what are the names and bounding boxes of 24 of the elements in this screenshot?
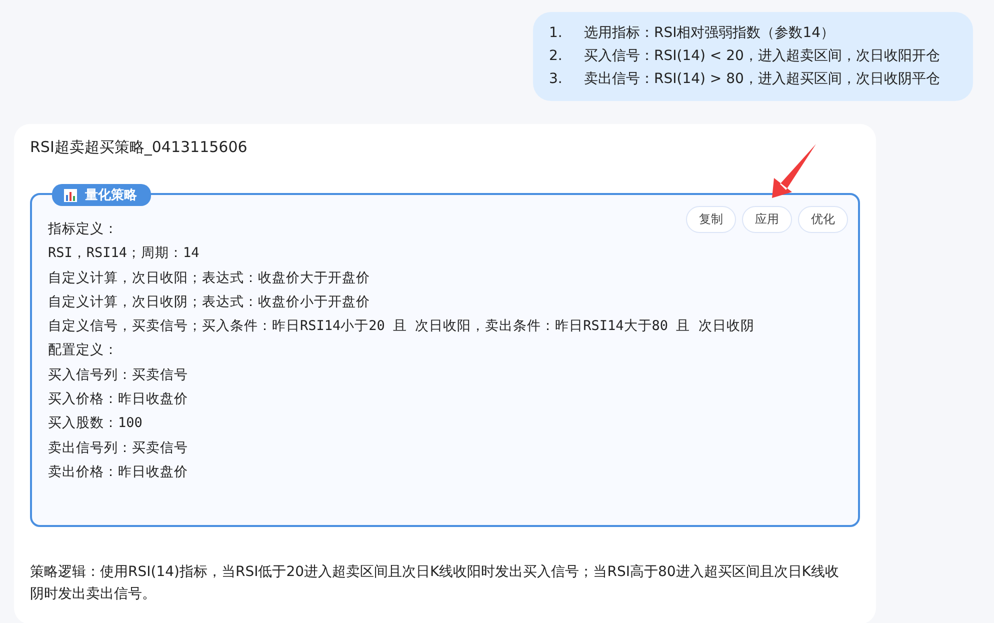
strategy-line: 卖出信号列：买卖信号 (48, 438, 188, 458)
action-button[interactable]: 应用 (742, 206, 792, 233)
strategy-line: 自定义计算，次日收阳；表达式：收盘价大于开盘价 (48, 268, 370, 288)
action-button[interactable]: 优化 (798, 206, 848, 233)
strategy-line: 买入股数：100 (48, 414, 142, 434)
strategy-line: 自定义计算，次日收阴；表达式：收盘价小于开盘价 (48, 292, 370, 312)
list-number: 3. (549, 70, 564, 89)
strategy-logic-text: 策略逻辑：使用RSI(14)指标，当RSI低于20进入超卖区间且次日K线收阳时发出买入信号；当RSI高于80进入超买区间且次日K线收阴时发出卖出信号。 (30, 563, 840, 604)
list-number: 1. (549, 24, 564, 43)
bar-chart-icon (64, 188, 77, 202)
strategy-title: RSI超卖超买策略_0413115606 (30, 138, 248, 158)
list-item-text: 选用指标：RSI相对强弱指数（参数14） (584, 24, 835, 43)
strategy-line: 买入信号列：买卖信号 (48, 366, 188, 385)
strategy-line: 自定义信号，买卖信号；买入条件：昨日RSI14小于20 且 次日收阳，卖出条件：昨日RSI14大于80 且 次日收阴 (48, 317, 754, 336)
list-item-text: 买入信号：RSI(14) < 20，进入超卖区间，次日收阳开仓 (584, 47, 940, 66)
strategy-line: 买入价格：昨日收盘价 (48, 390, 188, 410)
strategy-line: RSI，RSI14；周期：14 (48, 244, 200, 264)
strategy-line: 卖出价格：昨日收盘价 (48, 462, 188, 482)
action-button[interactable]: 复制 (686, 206, 736, 233)
list-item-text: 卖出信号：RSI(14) > 80，进入超买区间，次日收阴平仓 (584, 70, 940, 89)
strategy-line: 配置定义： (48, 341, 118, 360)
badge-label: 量化策略 (85, 187, 137, 204)
strategy-line: 指标定义： (48, 220, 118, 239)
list-number: 2. (549, 47, 564, 66)
